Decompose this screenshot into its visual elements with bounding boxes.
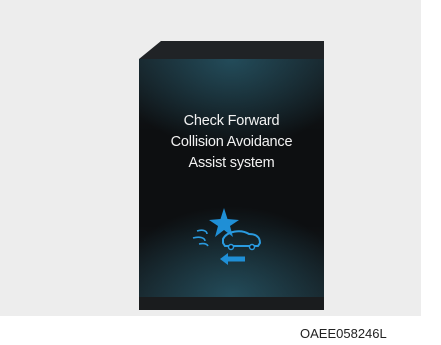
arrow-left-icon (220, 253, 245, 265)
display-corner-notch (139, 41, 161, 59)
display-top-bezel (139, 41, 324, 59)
illustration-frame: Check Forward Collision Avoidance Assist… (0, 0, 421, 316)
impact-star-icon (209, 208, 239, 237)
front-car-icon (222, 230, 262, 247)
collision-warning-icon (192, 208, 262, 265)
motion-lines-icon (192, 229, 209, 247)
image-code: OAEE058246L (300, 326, 387, 341)
message-line-2: Collision Avoidance (170, 134, 293, 150)
cluster-display: Check Forward Collision Avoidance Assist… (139, 41, 324, 310)
warning-message: Check Forward Collision Avoidance Assist… (139, 111, 324, 174)
message-line-1: Check Forward (183, 113, 280, 129)
message-line-3: Assist system (188, 155, 275, 171)
display-bottom-bezel (139, 297, 324, 310)
